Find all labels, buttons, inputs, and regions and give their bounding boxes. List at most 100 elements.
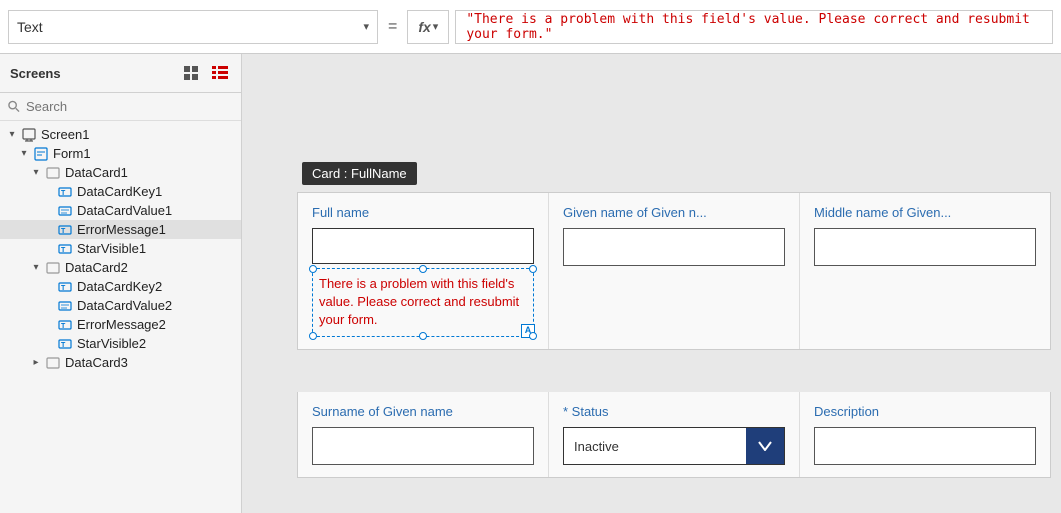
fx-chevron-icon: ▾ — [433, 20, 439, 33]
property-chevron-icon: ▾ — [363, 20, 369, 33]
search-input[interactable] — [26, 99, 233, 114]
datacard2-icon — [44, 261, 62, 275]
search-icon — [8, 100, 20, 113]
sidebar: Screens — [0, 54, 242, 513]
datacard2-label: DataCard2 — [65, 260, 128, 275]
error-message-container: There is a problem with this field's val… — [312, 268, 534, 337]
formula-bar[interactable]: "There is a problem with this field's va… — [455, 10, 1053, 44]
grid-view-button[interactable] — [181, 62, 203, 84]
handle-tr — [529, 265, 537, 273]
datacard1-label: DataCard1 — [65, 165, 128, 180]
sidebar-item-datacardkey2[interactable]: T DataCardKey2 — [0, 277, 241, 296]
sidebar-item-errormessage2[interactable]: T ErrorMessage2 — [0, 315, 241, 334]
canvas: Card : FullName Full name There is a pro… — [242, 54, 1061, 513]
handle-br — [529, 332, 537, 340]
sidebar-item-screen1[interactable]: ▾ Screen1 — [0, 125, 241, 144]
sidebar-item-datacardvalue2[interactable]: DataCardValue2 — [0, 296, 241, 315]
equals-symbol: = — [384, 18, 401, 36]
sidebar-title: Screens — [10, 66, 61, 81]
givenname-label: Given name of Given n... — [563, 205, 785, 220]
sidebar-item-datacard3[interactable]: ▸ DataCard3 — [0, 353, 241, 372]
handle-bl — [309, 332, 317, 340]
sidebar-view-controls — [181, 62, 231, 84]
screen1-label: Screen1 — [41, 127, 89, 142]
text-icon-em1: T — [56, 223, 74, 237]
fullname-label: Full name — [312, 205, 534, 220]
datacard1-icon — [44, 166, 62, 180]
datacardvalue1-label: DataCardValue1 — [77, 203, 172, 218]
fullname-input[interactable] — [312, 228, 534, 264]
toggle-form1: ▾ — [16, 148, 32, 159]
status-dropdown[interactable]: Inactive — [563, 427, 785, 465]
formula-value: "There is a problem with this field's va… — [466, 12, 1042, 42]
property-label: Text — [17, 19, 363, 35]
status-dropdown-button[interactable] — [746, 427, 784, 465]
text-icon-dk2: T — [56, 280, 74, 294]
svg-text:T: T — [61, 228, 66, 235]
sidebar-item-starvisible2[interactable]: T StarVisible2 — [0, 334, 241, 353]
svg-text:T: T — [61, 342, 66, 349]
middlename-field: Middle name of Given... — [800, 193, 1050, 349]
svg-text:T: T — [61, 285, 66, 292]
fullname-field: Full name There is a problem with this f… — [298, 193, 549, 349]
fullname-input-wrapper — [312, 228, 534, 264]
datacardkey2-label: DataCardKey2 — [77, 279, 162, 294]
toggle-datacard3: ▸ — [28, 357, 44, 368]
fx-button[interactable]: fx ▾ — [407, 10, 449, 44]
card-tooltip: Card : FullName — [302, 162, 417, 185]
sidebar-item-datacard1[interactable]: ▾ DataCard1 — [0, 163, 241, 182]
surname-label: Surname of Given name — [312, 404, 534, 419]
list-view-button[interactable] — [209, 62, 231, 84]
form-icon — [32, 147, 50, 161]
screen-icon — [20, 128, 38, 142]
datacardvalue2-label: DataCardValue2 — [77, 298, 172, 313]
description-field: Description — [800, 392, 1050, 477]
dropdown-chevron-icon — [758, 441, 772, 451]
error-text: There is a problem with this field's val… — [319, 276, 519, 327]
status-field: * Status Inactive — [549, 392, 800, 477]
main-layout: Screens — [0, 54, 1061, 513]
description-input[interactable] — [814, 427, 1036, 465]
svg-text:T: T — [61, 247, 66, 254]
middlename-label: Middle name of Given... — [814, 205, 1036, 220]
handle-tl — [309, 265, 317, 273]
surname-field: Surname of Given name — [298, 392, 549, 477]
svg-text:T: T — [61, 190, 66, 197]
fx-label: fx — [418, 19, 430, 35]
sidebar-item-form1[interactable]: ▾ Form1 — [0, 144, 241, 163]
multi-icon-1 — [56, 204, 74, 218]
search-bar — [0, 93, 241, 121]
fields-row-2: Surname of Given name * Status Inactive — [297, 392, 1051, 478]
givenname-input[interactable] — [563, 228, 785, 266]
status-value: Inactive — [564, 439, 746, 454]
sidebar-item-datacard2[interactable]: ▾ DataCard2 — [0, 258, 241, 277]
tree-view: ▾ Screen1 ▾ — [0, 121, 241, 513]
description-label: Description — [814, 404, 1036, 419]
form1-label: Form1 — [53, 146, 91, 161]
property-dropdown[interactable]: Text ▾ — [8, 10, 378, 44]
middlename-input[interactable] — [814, 228, 1036, 266]
starvisible2-label: StarVisible2 — [77, 336, 146, 351]
handle-bm — [419, 332, 427, 340]
text-icon-em2: T — [56, 318, 74, 332]
toggle-datacard2: ▾ — [28, 262, 44, 273]
status-label: * Status — [563, 404, 785, 419]
sidebar-item-starvisible1[interactable]: T StarVisible1 — [0, 239, 241, 258]
sidebar-item-datacardkey1[interactable]: T DataCardKey1 — [0, 182, 241, 201]
fields-row-1: Full name There is a problem with this f… — [297, 192, 1051, 350]
toolbar: Text ▾ = fx ▾ "There is a problem with t… — [0, 0, 1061, 54]
toggle-screen1: ▾ — [4, 129, 20, 140]
sidebar-item-datacardvalue1[interactable]: DataCardValue1 — [0, 201, 241, 220]
errormessage1-label: ErrorMessage1 — [77, 222, 166, 237]
sidebar-header: Screens — [0, 54, 241, 93]
sidebar-item-errormessage1[interactable]: T ErrorMessage1 — [0, 220, 241, 239]
text-icon-sv2: T — [56, 337, 74, 351]
datacard3-icon — [44, 356, 62, 370]
handle-tm — [419, 265, 427, 273]
datacard3-label: DataCard3 — [65, 355, 128, 370]
toggle-datacard1: ▾ — [28, 167, 44, 178]
surname-input[interactable] — [312, 427, 534, 465]
datacardkey1-label: DataCardKey1 — [77, 184, 162, 199]
error-text-box[interactable]: There is a problem with this field's val… — [312, 268, 534, 337]
text-icon-1: T — [56, 185, 74, 199]
